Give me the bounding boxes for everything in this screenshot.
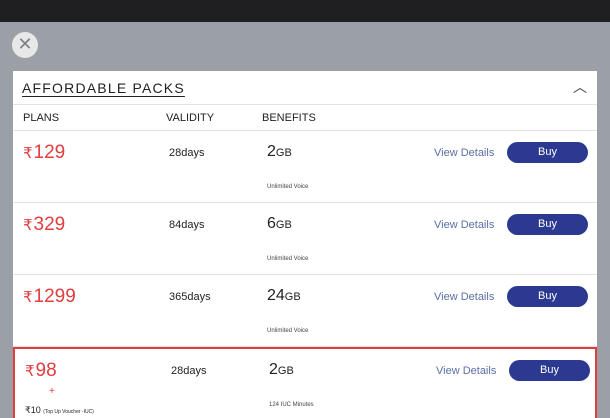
plan-validity: 84days: [169, 219, 205, 231]
data-amount: 2: [267, 143, 276, 160]
view-details-link[interactable]: View Details: [436, 365, 496, 377]
data-amount: 6: [267, 215, 276, 232]
data-amount: 24: [267, 287, 285, 304]
rupee-symbol: ₹: [23, 289, 33, 306]
plan-validity: 28days: [169, 147, 205, 159]
addon-price: ₹10: [25, 405, 41, 415]
plan-price: ₹129: [23, 142, 65, 164]
close-icon[interactable]: ✕: [12, 32, 38, 58]
plan-price-value: 98: [35, 360, 57, 381]
plan-data: 6GB: [267, 215, 292, 233]
plan-row-highlighted: ₹98 + ₹10 (Top Up Voucher -IUC) 28days 2…: [13, 347, 597, 418]
plan-price-value: 1299: [33, 286, 76, 307]
data-unit: GB: [275, 219, 292, 231]
plus-sign: +: [49, 386, 55, 397]
plan-addon: ₹10 (Top Up Voucher -IUC): [25, 405, 94, 416]
rupee-symbol: ₹: [25, 363, 35, 380]
buy-button[interactable]: Buy: [507, 286, 588, 307]
column-header-plans: PLANS: [23, 112, 60, 124]
data-unit: GB: [284, 291, 301, 303]
addon-note: (Top Up Voucher -IUC): [43, 409, 94, 415]
plan-benefit-note: Unlimited Voice: [267, 256, 309, 262]
plan-price-value: 129: [33, 142, 66, 163]
plan-validity: 28days: [171, 365, 207, 377]
plan-price: ₹1299: [23, 286, 76, 308]
affordable-packs-panel: AFFORDABLE PACKS ︿ PLANS VALIDITY BENEFI…: [13, 71, 597, 418]
section-title: AFFORDABLE PACKS: [22, 80, 185, 96]
plan-benefit-note: 124 IUC Minutes: [269, 402, 314, 408]
plan-benefit-note: Unlimited Voice: [267, 328, 309, 334]
plan-data: 2GB: [267, 143, 292, 161]
buy-button[interactable]: Buy: [507, 142, 588, 163]
view-details-link[interactable]: View Details: [434, 291, 494, 303]
data-unit: GB: [277, 365, 294, 377]
data-unit: GB: [275, 147, 292, 159]
buy-button[interactable]: Buy: [509, 360, 590, 381]
plan-data: 24GB: [267, 287, 301, 305]
column-header-validity: VALIDITY: [166, 112, 215, 124]
view-details-link[interactable]: View Details: [434, 219, 494, 231]
plan-row: ₹1299 365days 24GB Unlimited Voice View …: [13, 275, 597, 347]
view-details-link[interactable]: View Details: [434, 147, 494, 159]
plans-modal: ✕ AFFORDABLE PACKS ︿ PLANS VALIDITY BENE…: [0, 22, 610, 418]
plan-price-value: 329: [33, 214, 66, 235]
plan-data: 2GB: [269, 361, 294, 379]
plan-validity: 365days: [169, 291, 211, 303]
buy-button[interactable]: Buy: [507, 214, 588, 235]
data-amount: 2: [269, 361, 278, 378]
plan-benefit-note: Unlimited Voice: [267, 184, 309, 190]
section-header[interactable]: AFFORDABLE PACKS ︿: [13, 71, 597, 105]
plan-row: ₹129 28days 2GB Unlimited Voice View Det…: [13, 131, 597, 203]
plan-price: ₹98: [25, 360, 57, 382]
chevron-up-icon[interactable]: ︿: [573, 77, 587, 97]
plan-price: ₹329: [23, 214, 65, 236]
rupee-symbol: ₹: [23, 145, 33, 162]
column-header-benefits: BENEFITS: [262, 112, 316, 124]
rupee-symbol: ₹: [23, 217, 33, 234]
column-headers: PLANS VALIDITY BENEFITS: [13, 105, 597, 131]
plan-row: ₹329 84days 6GB Unlimited Voice View Det…: [13, 203, 597, 275]
